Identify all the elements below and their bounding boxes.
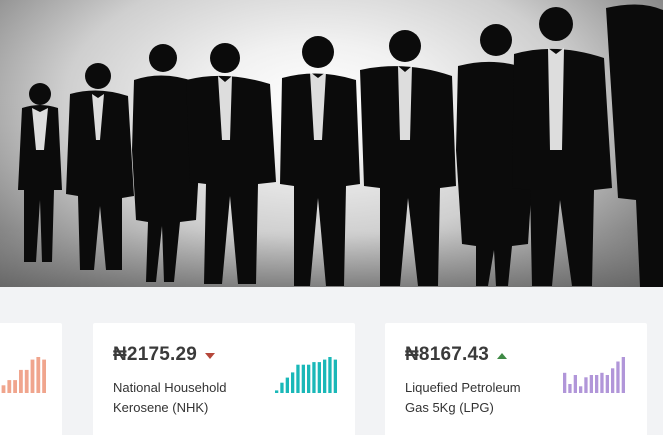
price-ticker-strip: ₦2175.29 National Household Kerosene (NH… (0, 287, 663, 435)
sparkline-chart (275, 357, 337, 393)
sparkline-bar (13, 380, 17, 393)
sparkline-bar (563, 372, 567, 393)
sparkline-bar (7, 380, 12, 393)
sparkline-bar (611, 368, 615, 393)
sparkline-chart (1, 357, 46, 393)
product-name: Liquefied Petroleum Gas 5Kg (LPG) (405, 380, 521, 415)
trend-down-icon (205, 352, 216, 359)
sparkline-bar (19, 369, 23, 393)
price-value: ₦8167.43 (405, 344, 490, 365)
price-card-partial[interactable] (0, 323, 62, 435)
price-row: ₦2175.29 (113, 344, 216, 366)
sparkline-bar (1, 385, 6, 393)
page: ₦2175.29 National Household Kerosene (NH… (0, 0, 663, 435)
sparkline-bar (296, 364, 300, 393)
sparkline-bar (605, 375, 609, 393)
price-card-nhk[interactable]: ₦2175.29 National Household Kerosene (NH… (93, 323, 355, 435)
price-row: ₦8167.43 (405, 344, 508, 366)
sparkline-bar (323, 359, 327, 393)
hero-banner-image (0, 0, 663, 287)
sparkline-bar (36, 357, 41, 393)
sparkline-bar (616, 361, 620, 393)
sparkline-bar (24, 369, 29, 393)
sparkline-bar (573, 375, 577, 393)
trend-up-icon (497, 352, 508, 359)
sparkline-bar (579, 386, 583, 393)
sparkline-bar (275, 390, 279, 393)
sparkline-bar (285, 377, 289, 393)
price-card-lpg[interactable]: ₦8167.43 Liquefied Petroleum Gas 5Kg (LP… (385, 323, 647, 435)
sparkline-bar (584, 377, 588, 393)
sparkline-bar (621, 357, 625, 393)
sparkline-bar (42, 359, 46, 393)
sparkline-bar (312, 362, 316, 393)
sparkline-bar (589, 375, 593, 393)
sparkline-bar (307, 364, 311, 393)
sparkline-bar (280, 382, 284, 393)
business-team-silhouette (0, 4, 663, 287)
sparkline-bar (30, 359, 35, 393)
sparkline-bar (568, 384, 572, 393)
sparkline-bar (595, 375, 599, 393)
sparkline-bar (317, 362, 321, 393)
sparkline-bar (333, 359, 337, 393)
sparkline-bar (600, 372, 604, 393)
sparkline-bar (301, 364, 305, 393)
sparkline-bar (328, 357, 332, 393)
sparkline-bar (291, 372, 295, 393)
sparkline-chart (563, 357, 625, 393)
product-name: National Household Kerosene (NHK) (113, 380, 227, 415)
price-value: ₦2175.29 (113, 344, 198, 365)
